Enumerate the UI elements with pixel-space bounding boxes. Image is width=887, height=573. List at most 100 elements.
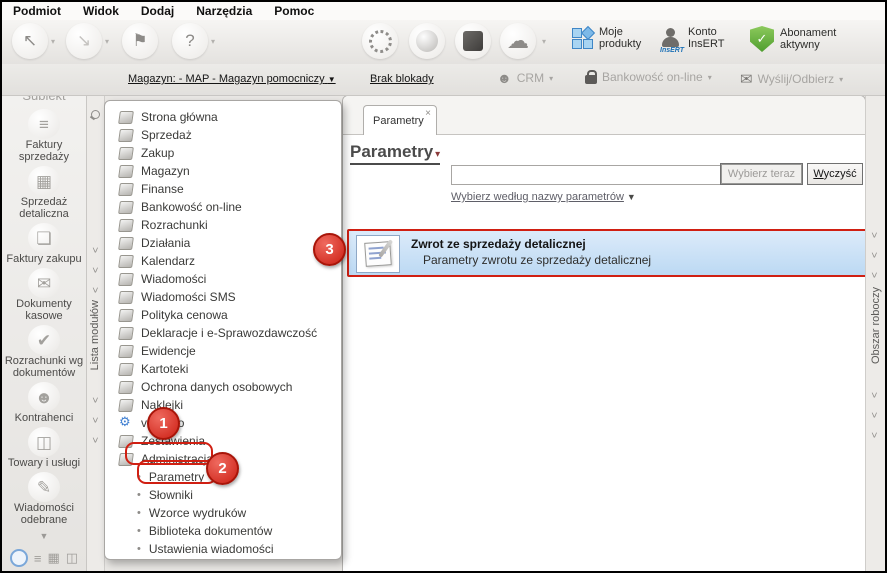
tree-item-zestawienia[interactable]: Zestawienia <box>105 432 341 450</box>
declarations-icon <box>118 326 134 340</box>
back-dropdown-icon[interactable]: ▾ <box>51 37 55 46</box>
tree-item-kartoteki[interactable]: Kartoteki <box>105 360 341 378</box>
messages-received-icon: ✎ <box>28 472 60 502</box>
cash-documents-icon: ✉ <box>28 268 60 298</box>
forward-dropdown-icon[interactable]: ▾ <box>105 37 109 46</box>
tree-item-magazyn[interactable]: Magazyn <box>105 162 341 180</box>
goods-services-icon: ◫ <box>28 427 60 457</box>
subiekt-gt-window: Podmiot Widok Dodaj Narzędzia Pomoc ↖ ▾ … <box>0 0 887 573</box>
cloud-icon: ☁ <box>507 28 529 53</box>
cloud-dropdown-icon[interactable]: ▾ <box>542 37 546 46</box>
sidebar-item-label: Dokumenty kasowe <box>16 298 72 322</box>
messages-icon <box>118 272 134 286</box>
send-receive-icon: ✉ <box>740 71 753 88</box>
invoices-purchase-icon: ❏ <box>28 223 60 253</box>
sidebar-item-label: Wiadomości odebrane <box>14 502 74 526</box>
menu-widok[interactable]: Widok <box>72 2 130 20</box>
wyslij-odbierz-button[interactable]: ✉ Wyślij/Odbierz ▾ <box>740 70 843 88</box>
tree-item-vendero[interactable]: ⚙vendero <box>105 414 341 432</box>
chevron-right-icon: > <box>867 252 879 258</box>
products-tiles-icon <box>572 25 596 49</box>
tree-item-finanse[interactable]: Finanse <box>105 180 341 198</box>
wybierz-teraz-button[interactable]: Wybierz teraz <box>720 163 803 185</box>
tab-close-icon[interactable]: × <box>425 108 431 119</box>
forward-button[interactable]: ↘ <box>66 23 102 59</box>
retail-sale-icon: ▦ <box>28 166 60 196</box>
tree-item-slowniki[interactable]: • Słowniki <box>105 486 341 504</box>
tree-item-dzialania[interactable]: Działania <box>105 234 341 252</box>
lista-modulow-strip[interactable]: > > > Lista modułów > > > <box>87 95 105 571</box>
tree-item-rozrachunki[interactable]: Rozrachunki <box>105 216 341 234</box>
pricing-icon <box>118 308 134 322</box>
sidebar-item-wiadomosci-odebrane[interactable]: ✎ Wiadomości odebrane <box>9 472 79 526</box>
parameter-search-input[interactable] <box>451 165 721 185</box>
sidebar-item-rozrachunki[interactable]: ✔ Rozrachunki wg dokumentów <box>2 325 86 379</box>
tree-item-wzorce-wydrukow[interactable]: • Wzorce wydruków <box>105 504 341 522</box>
finance-icon <box>118 182 134 196</box>
tree-item-ewidencje[interactable]: Ewidencje <box>105 342 341 360</box>
dotted-ring-icon <box>368 29 392 53</box>
menu-podmiot[interactable]: Podmiot <box>2 2 72 20</box>
abonament-button[interactable]: ✓ Abonament aktywny <box>750 26 860 52</box>
tree-item-sprzedaz[interactable]: Sprzedaż <box>105 126 341 144</box>
tree-item-wiadomosci[interactable]: Wiadomości <box>105 270 341 288</box>
sidebar-item-dokumenty-kasowe[interactable]: ✉ Dokumenty kasowe <box>9 268 79 322</box>
settings-button[interactable] <box>362 23 398 59</box>
menu-narzedzia[interactable]: Narzędzia <box>185 2 263 20</box>
sidebar-item-towary-uslugi[interactable]: ◫ Towary i usługi <box>2 427 86 469</box>
tab-parametry[interactable]: Parametry × <box>363 105 437 135</box>
filter-caret-icon: ▼ <box>626 192 636 202</box>
tree-item-zakup[interactable]: Zakup <box>105 144 341 162</box>
wyczysc-button[interactable]: Wyczyść <box>807 163 863 185</box>
sidebar-item-label: Faktury sprzedaży <box>18 139 70 163</box>
tree-item-polityka-cenowa[interactable]: Polityka cenowa <box>105 306 341 324</box>
tree-item-strona-glowna[interactable]: Strona główna <box>105 108 341 126</box>
brak-blokady-link[interactable]: Brak blokady <box>370 73 434 85</box>
tree-item-biblioteka-dokumentow[interactable]: • Biblioteka dokumentów <box>105 522 341 540</box>
annotation-step-2: 2 <box>206 452 239 485</box>
zwrot-parametr-item[interactable]: Zwrot ze sprzedaży detalicznej Parametry… <box>347 229 865 277</box>
tree-item-naklejki[interactable]: Naklejki <box>105 396 341 414</box>
menu-dodaj[interactable]: Dodaj <box>130 2 185 20</box>
mini-coins-icon[interactable]: ≡ <box>34 551 42 566</box>
help-dropdown-icon[interactable]: ▾ <box>211 37 215 46</box>
mini-box-icon[interactable]: ◫ <box>66 550 78 566</box>
banking-icon <box>118 200 134 214</box>
help-button[interactable]: ? <box>172 23 208 59</box>
insert-badge: InsERT <box>660 47 684 54</box>
page-title[interactable]: Parametry ▾ <box>350 142 441 165</box>
sms-icon <box>118 290 134 304</box>
mini-selected-icon[interactable] <box>9 549 28 567</box>
cloud-backup-button[interactable]: ☁ <box>500 23 536 59</box>
crm-button[interactable]: ☻ CRM ▾ <box>497 70 553 86</box>
tree-item-deklaracje[interactable]: Deklaracje i e-Sprawozdawczość <box>105 324 341 342</box>
settlements-icon: ✔ <box>28 325 60 355</box>
chevron-right-icon: > <box>867 432 879 438</box>
online-services-button[interactable] <box>409 23 445 59</box>
moje-produkty-button[interactable]: Moje produkty <box>572 25 651 50</box>
pin-icon[interactable] <box>90 109 102 121</box>
tree-item-bankowosc[interactable]: Bankowość on-line <box>105 198 341 216</box>
sidebar-item-sprzedaz-detaliczna[interactable]: ▦ Sprzedaż detaliczna <box>9 166 79 220</box>
filter-by-name-link[interactable]: Wybierz według nazwy parametrów ▼ <box>451 191 636 203</box>
tree-item-kalendarz[interactable]: Kalendarz <box>105 252 341 270</box>
menu-pomoc[interactable]: Pomoc <box>263 2 325 20</box>
tree-item-ustawienia-wiadomosci[interactable]: • Ustawienia wiadomości <box>105 540 341 558</box>
mini-basket-icon[interactable]: ▦ <box>48 550 60 566</box>
home-flag-button[interactable]: ⚑ <box>122 23 158 59</box>
tree-item-wiadomosci-sms[interactable]: Wiadomości SMS <box>105 288 341 306</box>
annotation-step-1: 1 <box>147 407 180 440</box>
back-button[interactable]: ↖ <box>12 23 48 59</box>
sidebar-mini-icons: ≡ ▦ ◫ <box>9 549 78 567</box>
archive-button[interactable] <box>455 23 491 59</box>
sidebar-item-faktury-sprzedazy[interactable]: ≡ Faktury sprzedaży <box>9 109 79 163</box>
konto-insert-button[interactable]: InsERT Konto InsERT <box>660 26 730 54</box>
sidebar-item-faktury-zakupu[interactable]: ❏ Faktury zakupu <box>4 223 84 265</box>
vendero-gear-icon: ⚙ <box>119 414 131 429</box>
magazyn-selector[interactable]: Magazyn: - MAP - Magazyn pomocniczy ▼ <box>128 73 336 85</box>
bankowosc-button[interactable]: Bankowość on-line ▾ <box>585 70 712 84</box>
obszar-roboczy-strip[interactable]: > > > Obszar roboczy > > > <box>865 95 885 571</box>
tree-item-ochrona-danych[interactable]: Ochrona danych osobowych <box>105 378 341 396</box>
sidebar-item-kontrahenci[interactable]: ☻ Kontrahenci <box>4 382 84 424</box>
sidebar-more-icon[interactable]: ▼ <box>40 531 49 541</box>
